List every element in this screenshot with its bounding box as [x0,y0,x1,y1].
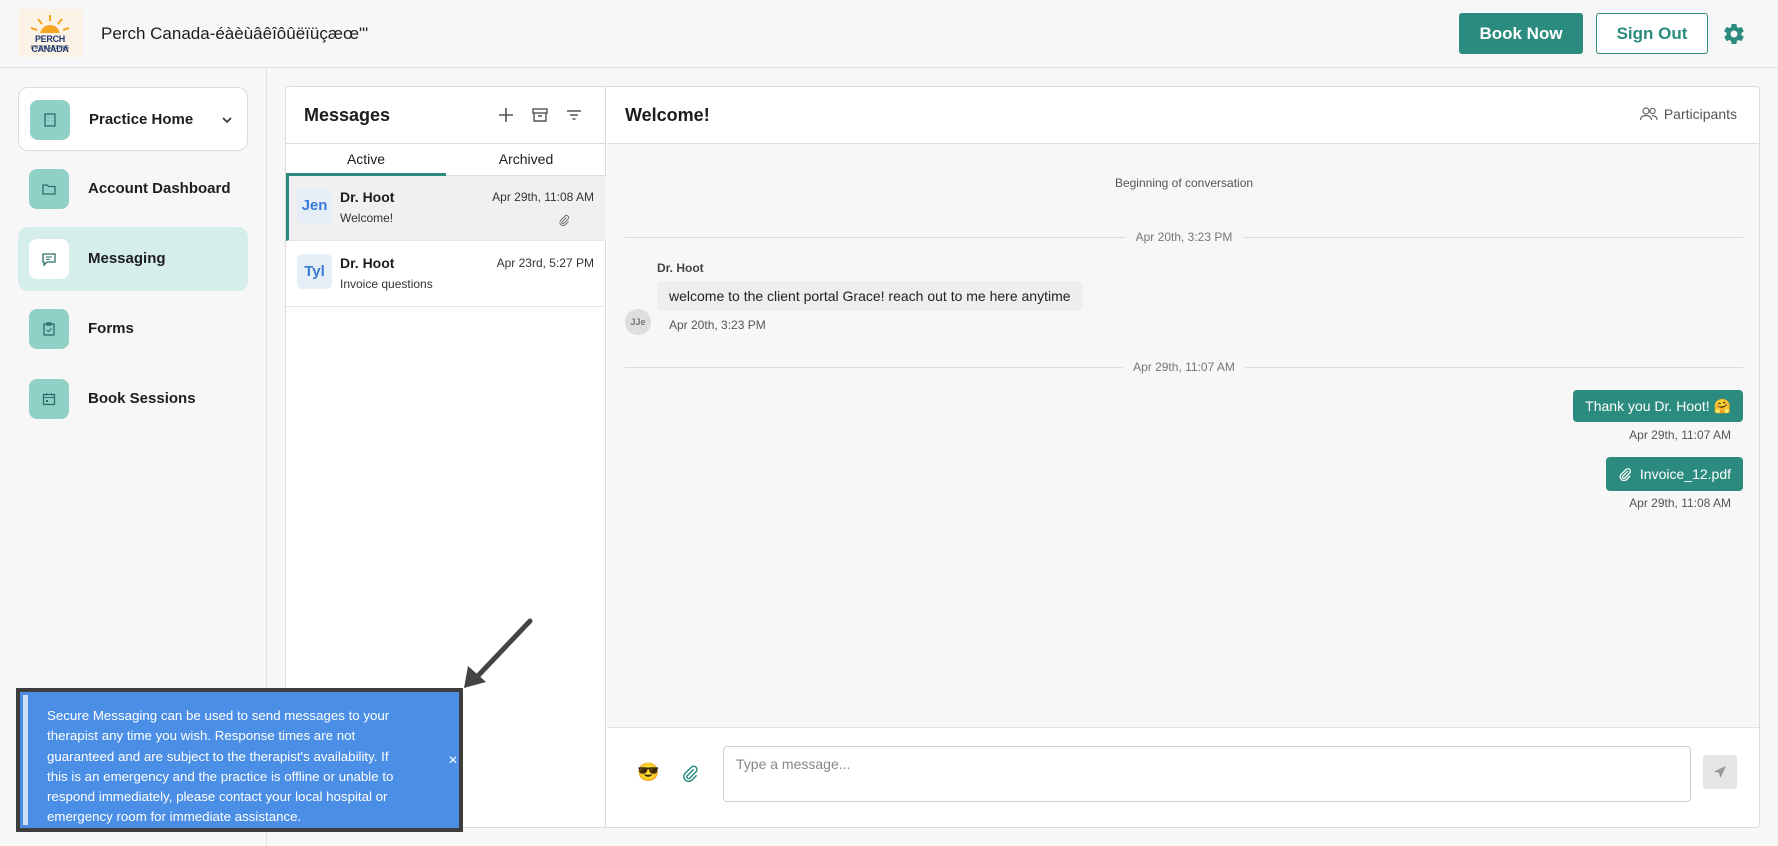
divider-date: Apr 20th, 3:23 PM [1125,230,1243,244]
conversation-item[interactable]: Tyl Dr. Hoot Invoice questions Apr 23rd,… [286,242,606,307]
beginning-of-conversation: Beginning of conversation [1114,176,1254,190]
sidebar-item-messaging[interactable]: Messaging [18,227,248,291]
conversation-subject: Invoice questions [340,277,433,291]
practice-name: Perch Canada-éàèùâêîôûëïüçæœ"' [101,24,369,43]
plus-icon[interactable] [496,105,516,125]
participants-icon [1639,107,1658,121]
attachment-filename: Invoice_12.pdf [1639,466,1731,482]
message-icon [29,239,69,279]
avatar: Jen [297,188,332,223]
message-sender: Dr. Hoot [657,261,704,275]
conversation-tabs: Active Archived [286,144,606,176]
avatar: JJe [625,309,651,335]
message-time: Apr 29th, 11:08 AM [1629,496,1731,510]
conversation-item[interactable]: Jen Dr. Hoot Welcome! Apr 29th, 11:08 AM [286,176,606,241]
date-divider: Apr 29th, 11:07 AM [625,360,1743,374]
paperclip-icon [559,215,570,226]
logo-text: PERCH CANADA [31,34,69,54]
messages-title: Messages [304,105,391,125]
sidebar-item-label: Account Dashboard [88,180,231,197]
attachment-bubble[interactable]: Invoice_12.pdf [1605,457,1743,491]
close-icon[interactable]: × [446,753,460,769]
building-icon [30,100,70,140]
top-header: PERCH CANADA COUNSELING Perch Canada-éàè… [0,0,1778,68]
divider-date: Apr 29th, 11:07 AM [1123,360,1245,374]
outgoing-message-bubble: Thank you Dr. Hoot! 🤗 [1573,390,1743,422]
gear-icon[interactable] [1722,22,1746,46]
filter-icon[interactable] [564,105,584,125]
chat-title: Welcome! [625,105,710,125]
tooltip-body: Secure Messaging can be used to send mes… [23,695,458,825]
paperclip-icon [1619,468,1631,481]
conversation-time: Apr 23rd, 5:27 PM [496,256,594,270]
sidebar-item-account-dashboard[interactable]: Account Dashboard [18,157,248,221]
participants-button[interactable]: Participants [1639,106,1737,122]
sidebar-item-label: Forms [88,320,134,337]
sidebar-item-label: Practice Home [89,111,194,128]
sidebar-item-label: Messaging [88,250,166,267]
send-button[interactable] [1703,755,1737,789]
avatar: Tyl [297,254,332,289]
messaging-card: Messages Active Archived Jen Dr. Hoot We… [285,86,1760,828]
date-divider: Apr 20th, 3:23 PM [625,230,1743,244]
emoji-button[interactable]: 😎 [637,762,659,783]
message-input[interactable] [723,746,1691,802]
paperclip-icon[interactable] [681,764,699,782]
tooltip-text: Secure Messaging can be used to send mes… [47,708,394,825]
pointer-arrow-icon [464,618,533,688]
message-time: Apr 20th, 3:23 PM [669,318,766,332]
clipboard-icon [29,309,69,349]
chat-pane: Welcome! Participants Beginning of conve… [607,87,1759,827]
tab-active[interactable]: Active [286,144,446,176]
sign-out-button[interactable]: Sign Out [1596,13,1708,54]
message-time: Apr 29th, 11:07 AM [1629,428,1731,442]
message-composer: 😎 [607,727,1759,827]
send-icon [1714,766,1726,778]
practice-logo[interactable]: PERCH CANADA COUNSELING [18,9,82,57]
logo-subtext: COUNSELING [30,45,70,51]
tab-archived[interactable]: Archived [446,144,606,176]
sidebar-item-book-sessions[interactable]: Book Sessions [18,367,248,431]
incoming-message-bubble: welcome to the client portal Grace! reac… [657,281,1083,311]
messages-header: Messages [286,87,606,144]
sidebar-item-forms[interactable]: Forms [18,297,248,361]
folder-icon [29,169,69,209]
sidebar-item-label: Book Sessions [88,390,196,407]
participants-label: Participants [1663,106,1737,122]
conversation-subject: Welcome! [340,211,394,225]
conversation-name: Dr. Hoot [340,255,395,271]
book-now-button[interactable]: Book Now [1459,13,1583,54]
sidebar-item-practice-home[interactable]: Practice Home [18,87,248,151]
archive-icon[interactable] [530,105,550,125]
chevron-down-icon[interactable] [221,114,233,126]
chat-header: Welcome! Participants [607,87,1759,144]
conversation-name: Dr. Hoot [340,189,395,205]
info-tooltip: Secure Messaging can be used to send mes… [16,688,463,832]
conversation-time: Apr 29th, 11:08 AM [492,190,594,204]
calendar-icon [29,379,69,419]
